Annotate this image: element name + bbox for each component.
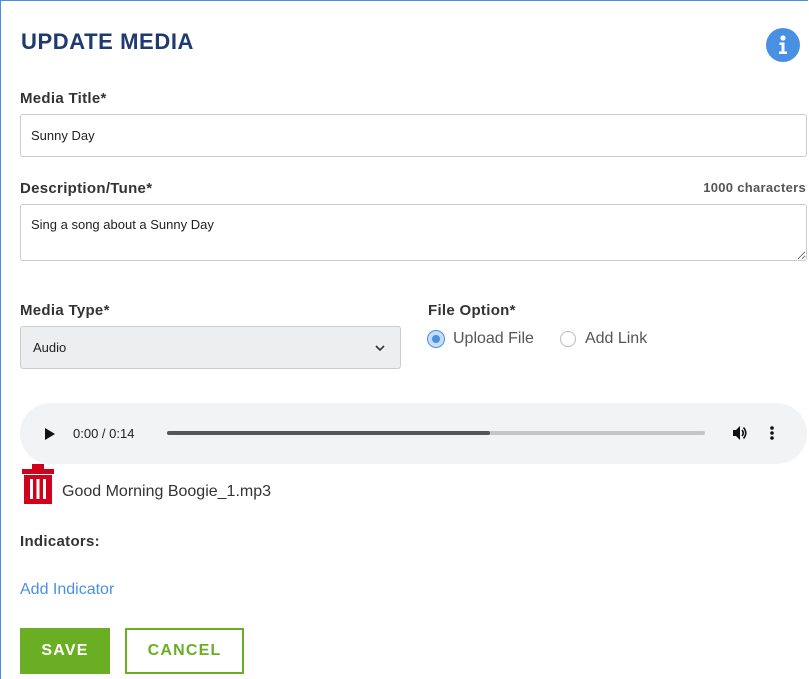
audio-player: 0:00 / 0:14 xyxy=(20,403,807,464)
media-type-label: Media Type* xyxy=(20,302,110,319)
media-title-input[interactable] xyxy=(20,114,807,157)
audio-progress-fill xyxy=(167,431,490,435)
char-limit-text: 1000 characters xyxy=(703,180,806,195)
media-type-select[interactable]: Audio xyxy=(20,326,401,369)
info-icon[interactable] xyxy=(766,28,800,62)
save-button[interactable]: SAVE xyxy=(20,628,110,674)
radio-add-link-label: Add Link xyxy=(584,330,648,347)
radio-add-link[interactable] xyxy=(559,331,576,347)
trash-icon[interactable] xyxy=(21,463,55,510)
add-indicator-link[interactable]: Add Indicator xyxy=(20,581,114,599)
volume-icon[interactable] xyxy=(732,424,748,447)
audio-time: 0:00 / 0:14 xyxy=(73,426,135,441)
uploaded-file-name: Good Morning Boogie_1.mp3 xyxy=(62,483,272,500)
chevron-down-icon xyxy=(374,342,386,357)
description-textarea[interactable]: Sing a song about a Sunny Day xyxy=(20,204,807,261)
cancel-button[interactable]: CANCEL xyxy=(125,628,244,674)
media-title-label: Media Title* xyxy=(20,90,107,107)
more-options-icon[interactable] xyxy=(770,424,774,447)
file-option-label: File Option* xyxy=(428,302,516,319)
media-type-value: Audio xyxy=(33,340,67,355)
radio-upload-file-label: Upload File xyxy=(453,330,534,347)
play-icon[interactable] xyxy=(44,427,56,445)
radio-upload-file[interactable] xyxy=(428,331,444,347)
indicators-label: Indicators: xyxy=(20,533,100,550)
file-option-radio-group: Upload File Add Link xyxy=(428,330,647,348)
description-label: Description/Tune* xyxy=(20,180,153,197)
audio-progress-track[interactable] xyxy=(167,431,705,435)
page-title: UPDATE MEDIA xyxy=(21,29,195,54)
